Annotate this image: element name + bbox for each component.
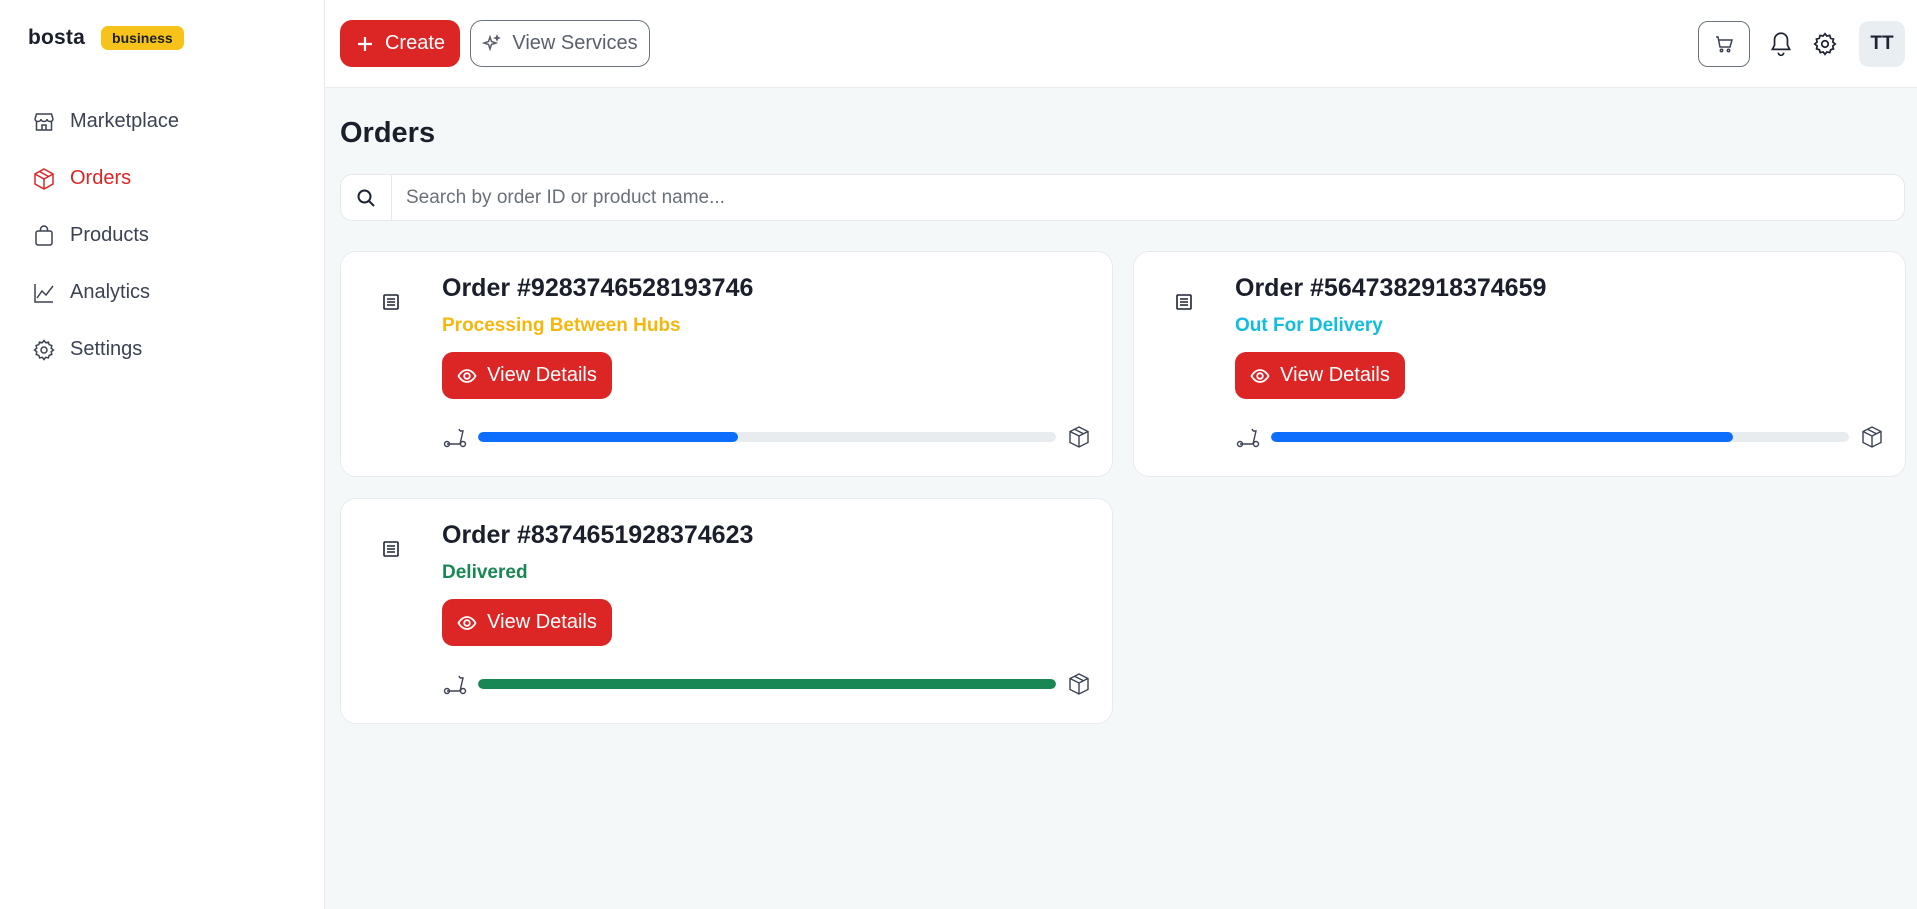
scooter-icon (442, 424, 468, 450)
delivery-progress (442, 671, 1092, 697)
sidebar-item-orders[interactable]: Orders (32, 150, 179, 207)
sidebar-item-analytics[interactable]: Analytics (32, 264, 179, 321)
progress-bar (478, 679, 1056, 689)
view-services-label: View Services (512, 32, 638, 54)
search-input[interactable] (392, 175, 1904, 220)
sidebar-item-label: Analytics (70, 281, 151, 303)
eye-icon (457, 368, 477, 383)
settings-gear-icon[interactable] (1812, 31, 1838, 57)
sidebar-item-label: Marketplace (70, 110, 179, 132)
store-icon (34, 112, 54, 131)
sidebar-item-settings[interactable]: Settings (32, 321, 179, 378)
order-status: Delivered (442, 562, 528, 583)
delivery-progress (1235, 424, 1885, 450)
package-icon (1066, 424, 1092, 450)
bag-icon (35, 224, 53, 246)
eye-icon (1250, 368, 1270, 383)
chart-line-icon (34, 283, 54, 303)
sidebar-nav: Marketplace Orders Products Analytics Se… (32, 93, 179, 378)
plus-icon (357, 36, 372, 51)
order-status: Out For Delivery (1235, 315, 1383, 336)
progress-bar-fill (478, 432, 739, 442)
progress-bar (1271, 432, 1849, 442)
box-icon (34, 167, 54, 190)
delivery-progress (442, 424, 1092, 450)
topbar: Create View Services TT (325, 0, 1917, 88)
order-card: Order #5647382918374659 Out For Delivery… (1133, 251, 1906, 477)
order-card: Order #8374651928374623 Delivered View D… (340, 498, 1113, 724)
order-title: Order #8374651928374623 (442, 521, 754, 549)
search-icon (341, 175, 392, 220)
cart-icon (1716, 36, 1733, 53)
create-button[interactable]: Create (340, 20, 460, 67)
view-details-button[interactable]: View Details (442, 599, 612, 646)
view-details-button[interactable]: View Details (442, 352, 612, 399)
sidebar-item-label: Products (70, 224, 149, 246)
receipt-icon (381, 292, 401, 312)
view-details-label: View Details (487, 611, 597, 633)
progress-bar (478, 432, 1056, 442)
progress-bar-fill (478, 679, 1056, 689)
order-title: Order #9283746528193746 (442, 274, 754, 302)
sidebar-item-products[interactable]: Products (32, 207, 179, 264)
eye-icon (457, 615, 477, 630)
sparkle-icon (482, 33, 502, 51)
sidebar-item-label: Settings (70, 338, 143, 360)
bell-icon[interactable] (1768, 30, 1794, 58)
sidebar-item-marketplace[interactable]: Marketplace (32, 93, 179, 150)
progress-bar-fill (1271, 432, 1734, 442)
order-status: Processing Between Hubs (442, 315, 681, 336)
order-title: Order #5647382918374659 (1235, 274, 1547, 302)
view-services-button[interactable]: View Services (470, 20, 650, 67)
receipt-icon (1174, 292, 1194, 312)
scooter-icon (442, 671, 468, 697)
package-icon (1066, 671, 1092, 697)
avatar[interactable]: TT (1859, 21, 1905, 67)
view-details-button[interactable]: View Details (1235, 352, 1405, 399)
view-details-label: View Details (1280, 364, 1390, 386)
search-bar (340, 174, 1905, 221)
package-icon (1859, 424, 1885, 450)
brand-name: bosta (28, 26, 86, 49)
view-details-label: View Details (487, 364, 597, 386)
page-title: Orders (340, 117, 436, 149)
create-button-label: Create (384, 32, 446, 54)
receipt-icon (381, 539, 401, 559)
brand-badge: business (101, 26, 184, 50)
sidebar-item-label: Orders (70, 167, 132, 189)
order-card: Order #9283746528193746 Processing Betwe… (340, 251, 1113, 477)
cart-button[interactable] (1698, 21, 1750, 67)
gear-icon (33, 338, 55, 361)
scooter-icon (1235, 424, 1261, 450)
brand[interactable]: bosta business (28, 26, 184, 50)
sidebar: bosta business Marketplace Orders Produc… (0, 0, 325, 909)
